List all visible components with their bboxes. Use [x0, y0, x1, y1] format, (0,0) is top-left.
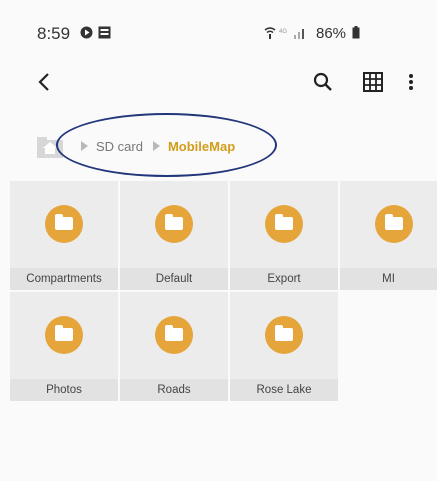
folder-tile[interactable]: Default: [120, 181, 228, 290]
folder-tile[interactable]: MI: [340, 181, 437, 290]
breadcrumb-arrow-icon: [81, 141, 88, 151]
breadcrumb-mobilemap[interactable]: MobileMap: [168, 139, 235, 154]
folder-tile[interactable]: Roads: [120, 292, 228, 401]
folder-icon: [265, 316, 303, 354]
folder-icon: [265, 205, 303, 243]
play-notification-icon: [80, 26, 93, 39]
battery-percentage: 86%: [316, 25, 347, 42]
more-options-button[interactable]: [401, 68, 421, 96]
folder-tile[interactable]: Export: [230, 181, 338, 290]
folder-tile[interactable]: Compartments: [10, 181, 118, 290]
breadcrumb: SD card MobileMap: [37, 132, 245, 160]
more-vertical-icon: [409, 74, 413, 90]
status-time: 8:59: [37, 24, 71, 43]
folder-label: Default: [120, 268, 228, 290]
svg-text:4G: 4G: [279, 29, 287, 35]
folder-icon: [45, 316, 83, 354]
folder-tile[interactable]: Rose Lake: [230, 292, 338, 401]
wifi-call-icon: [264, 27, 276, 39]
folder-icon: [155, 316, 193, 354]
status-bar: 8:59 4G 86%: [0, 0, 437, 66]
folder-tile[interactable]: Photos: [10, 292, 118, 401]
search-icon: [313, 72, 332, 91]
image-notification-icon: [98, 26, 111, 39]
folder-label: Export: [230, 268, 338, 290]
folder-label: MI: [340, 268, 437, 290]
breadcrumb-arrow-icon: [152, 141, 160, 151]
folder-icon: [375, 205, 413, 243]
grid-view-button[interactable]: [359, 68, 387, 96]
signal-icon: 4G: [279, 29, 304, 39]
folder-label: Compartments: [10, 268, 118, 290]
folder-label: Roads: [120, 379, 228, 401]
chevron-left-icon: [38, 73, 49, 91]
back-button[interactable]: [30, 68, 58, 96]
grid-view-icon: [363, 72, 383, 92]
breadcrumb-sd-card[interactable]: SD card: [96, 139, 143, 154]
search-button[interactable]: [309, 68, 337, 96]
folder-icon: [155, 205, 193, 243]
folder-label: Photos: [10, 379, 118, 401]
battery-icon: [352, 26, 360, 39]
home-icon[interactable]: [37, 134, 63, 158]
folder-icon: [45, 205, 83, 243]
folder-label: Rose Lake: [230, 379, 338, 401]
screen: 8:59 4G 86% SD card MobileMap Compartmen…: [0, 0, 437, 481]
